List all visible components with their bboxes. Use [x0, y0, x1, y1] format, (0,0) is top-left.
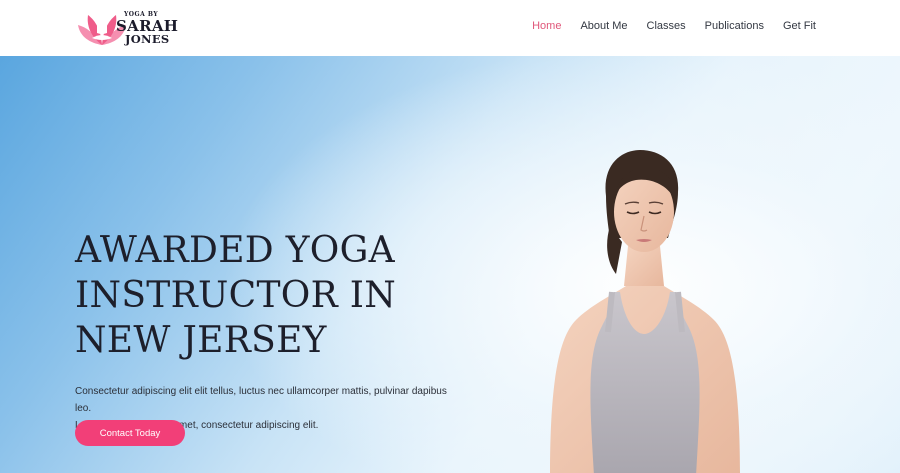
- hero-description-line-1: Consectetur adipiscing elit elit tellus,…: [75, 386, 447, 414]
- nav-item-publications[interactable]: Publications: [705, 20, 764, 32]
- hero-section: AWARDED YOGA INSTRUCTOR IN NEW JERSEY Co…: [0, 56, 900, 473]
- logo-line-3: JONES: [125, 32, 170, 46]
- contact-today-button[interactable]: Contact Today: [75, 420, 185, 446]
- page: YOGA BY SARAH JONES Home About Me Classe…: [0, 0, 900, 473]
- nav-item-get-fit[interactable]: Get Fit: [783, 20, 816, 32]
- hero-title-line-3: NEW JERSEY: [75, 320, 327, 361]
- hero-title: AWARDED YOGA INSTRUCTOR IN NEW JERSEY: [75, 228, 495, 363]
- site-logo[interactable]: YOGA BY SARAH JONES: [76, 10, 186, 48]
- logo-wordmark: YOGA BY SARAH JONES: [116, 12, 178, 46]
- hero-title-line-1: AWARDED YOGA: [75, 230, 395, 271]
- nav-item-home[interactable]: Home: [532, 20, 561, 32]
- nav-item-about-me[interactable]: About Me: [580, 20, 627, 32]
- meditating-woman-photo: [550, 150, 740, 473]
- site-header: YOGA BY SARAH JONES Home About Me Classe…: [0, 0, 900, 56]
- nav-item-classes[interactable]: Classes: [647, 20, 686, 32]
- hero-title-line-2: INSTRUCTOR IN: [75, 275, 397, 316]
- main-nav: Home About Me Classes Publications Get F…: [532, 20, 816, 32]
